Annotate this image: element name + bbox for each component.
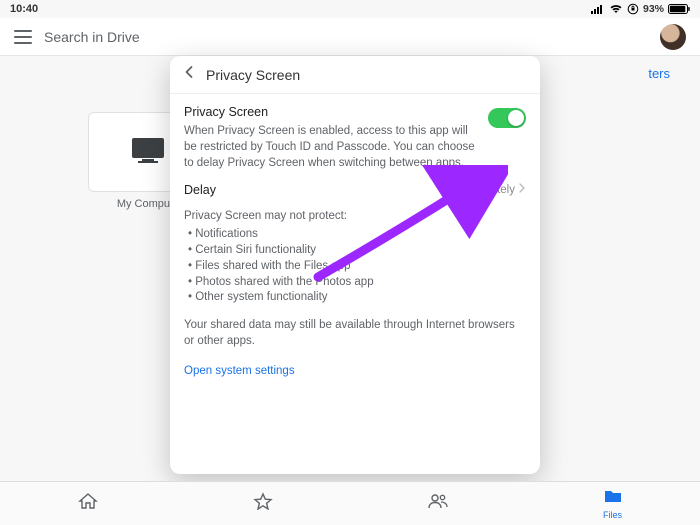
- rotation-lock-icon: [627, 3, 639, 15]
- open-system-settings-link[interactable]: Open system settings: [184, 365, 295, 377]
- tab-starred[interactable]: [175, 482, 350, 525]
- protection-note-list: Notifications Certain Siri functionality…: [184, 227, 526, 306]
- protection-note-heading: Privacy Screen may not protect:: [184, 209, 526, 225]
- delay-label: Delay: [184, 182, 216, 199]
- tab-files[interactable]: Files: [525, 482, 700, 525]
- back-icon[interactable]: [182, 65, 196, 84]
- modal-title: Privacy Screen: [206, 67, 300, 83]
- list-item: Other system functionality: [188, 290, 526, 306]
- star-icon: [253, 492, 273, 515]
- list-item: Notifications: [188, 227, 526, 243]
- search-bar[interactable]: Search in Drive: [0, 18, 700, 56]
- wifi-icon: [609, 4, 623, 14]
- list-item: Certain Siri functionality: [188, 243, 526, 259]
- folder-icon: [603, 488, 623, 509]
- bg-tab-right: ters: [648, 66, 670, 81]
- avatar[interactable]: [660, 24, 686, 50]
- status-right: 93%: [591, 3, 690, 15]
- home-icon: [78, 492, 98, 515]
- privacy-screen-text: Privacy Screen When Privacy Screen is en…: [184, 104, 478, 172]
- tab-files-label: Files: [603, 510, 622, 520]
- privacy-screen-heading: Privacy Screen: [184, 104, 478, 121]
- tab-home[interactable]: [0, 482, 175, 525]
- delay-row[interactable]: Delay Immediately: [184, 182, 526, 199]
- shared-data-note: Your shared data may still be available …: [184, 318, 526, 350]
- delay-value[interactable]: Immediately: [453, 183, 526, 199]
- tab-shared[interactable]: [350, 482, 525, 525]
- battery-icon: [668, 4, 690, 14]
- privacy-screen-modal: Privacy Screen Privacy Screen When Priva…: [170, 56, 540, 474]
- modal-header: Privacy Screen: [170, 56, 540, 94]
- chevron-right-icon: [518, 183, 526, 199]
- battery-percent: 93%: [643, 3, 664, 15]
- search-input[interactable]: Search in Drive: [44, 29, 648, 45]
- modal-body: Privacy Screen When Privacy Screen is en…: [170, 94, 540, 392]
- signal-icon: [591, 4, 605, 14]
- privacy-screen-toggle[interactable]: [488, 108, 526, 128]
- list-item: Files shared with the Files app: [188, 259, 526, 275]
- bottom-tab-bar: Files: [0, 481, 700, 525]
- privacy-screen-description: When Privacy Screen is enabled, access t…: [184, 124, 478, 172]
- people-icon: [427, 492, 449, 515]
- status-bar: 10:40 93%: [0, 0, 700, 18]
- list-item: Photos shared with the Photos app: [188, 275, 526, 291]
- status-time: 10:40: [10, 3, 38, 15]
- monitor-icon: [128, 135, 168, 170]
- privacy-screen-toggle-row: Privacy Screen When Privacy Screen is en…: [184, 104, 526, 172]
- menu-icon[interactable]: [14, 30, 32, 44]
